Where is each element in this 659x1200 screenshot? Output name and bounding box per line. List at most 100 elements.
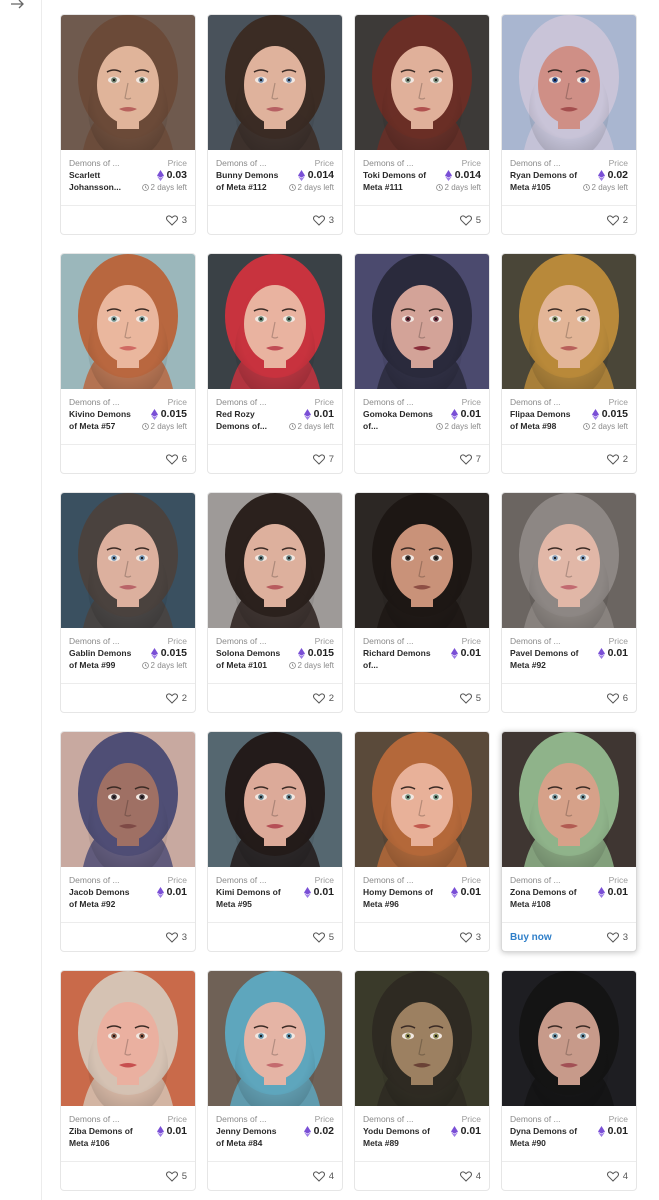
like-button[interactable]: 7 (312, 453, 334, 465)
buy-now-button[interactable]: Buy now (510, 932, 552, 943)
nft-name[interactable]: Dyna Demons of Meta #90 (510, 1126, 580, 1149)
heart-icon[interactable] (312, 931, 325, 943)
collection-name[interactable]: Demons of ... (216, 1114, 267, 1124)
nft-card[interactable]: Demons of ... Price Solona Demons of Met… (207, 492, 343, 713)
collection-name[interactable]: Demons of ... (363, 1114, 414, 1124)
nft-card[interactable]: Demons of ... Price Yodu Demons of Meta … (354, 970, 490, 1191)
like-button[interactable]: 3 (459, 931, 481, 943)
nft-name[interactable]: Jacob Demons of Meta #92 (69, 887, 139, 910)
heart-icon[interactable] (606, 1170, 619, 1182)
nft-name[interactable]: Bunny Demons of Meta #112 (216, 170, 286, 193)
nft-thumbnail[interactable] (208, 254, 342, 389)
collection-name[interactable]: Demons of ... (216, 397, 267, 407)
nft-card[interactable]: Demons of ... Price Toki Demons of Meta … (354, 14, 490, 235)
nft-thumbnail[interactable] (502, 493, 636, 628)
nft-card[interactable]: Demons of ... Price Gomoka Demons of... … (354, 253, 490, 474)
heart-icon[interactable] (459, 1170, 472, 1182)
nft-card[interactable]: Demons of ... Price Ryan Demons of Meta … (501, 14, 637, 235)
like-button[interactable]: 6 (165, 453, 187, 465)
like-button[interactable]: 2 (606, 453, 628, 465)
heart-icon[interactable] (312, 1170, 325, 1182)
like-button[interactable]: 5 (459, 693, 481, 704)
heart-icon[interactable] (606, 214, 619, 226)
nft-name[interactable]: Richard Demons of... (363, 648, 433, 671)
nft-name[interactable]: Zona Demons of Meta #108 (510, 887, 580, 910)
nft-name[interactable]: Ziba Demons of Meta #106 (69, 1126, 139, 1149)
collection-name[interactable]: Demons of ... (216, 636, 267, 646)
collection-name[interactable]: Demons of ... (216, 875, 267, 885)
like-button[interactable]: 3 (165, 932, 187, 943)
nft-card[interactable]: Demons of ... Price Gablin Demons of Met… (60, 492, 196, 713)
heart-icon[interactable] (459, 931, 472, 943)
nft-name[interactable]: Yodu Demons of Meta #89 (363, 1126, 433, 1149)
collection-name[interactable]: Demons of ... (510, 158, 561, 168)
heart-icon[interactable] (606, 692, 619, 704)
nft-name[interactable]: Gomoka Demons of... (363, 409, 433, 432)
nft-card[interactable]: Demons of ... Price Jacob Demons of Meta… (60, 731, 196, 952)
nft-name[interactable]: Gablin Demons of Meta #99 (69, 648, 139, 671)
nft-thumbnail[interactable] (61, 732, 195, 867)
heart-icon[interactable] (312, 214, 325, 226)
heart-icon[interactable] (165, 692, 178, 704)
nft-thumbnail[interactable] (208, 971, 342, 1106)
like-button[interactable]: 2 (606, 214, 628, 226)
nft-name[interactable]: Pavel Demons of Meta #92 (510, 648, 580, 671)
nft-card[interactable]: Demons of ... Price Homy Demons of Meta … (354, 731, 490, 952)
nft-name[interactable]: Kimi Demons of Meta #95 (216, 887, 286, 910)
nft-name[interactable]: Red Rozy Demons of... (216, 409, 286, 432)
heart-icon[interactable] (606, 453, 619, 465)
nft-name[interactable]: Kivino Demons of Meta #57 (69, 409, 139, 432)
nft-name[interactable]: Flipaa Demons of Meta #98 (510, 409, 580, 432)
heart-icon[interactable] (606, 931, 619, 943)
nft-name[interactable]: Toki Demons of Meta #111 (363, 170, 433, 193)
nft-card[interactable]: Demons of ... Price Bunny Demons of Meta… (207, 14, 343, 235)
collection-name[interactable]: Demons of ... (69, 875, 120, 885)
collection-name[interactable]: Demons of ... (510, 1114, 561, 1124)
like-button[interactable]: 4 (606, 1170, 628, 1182)
collection-name[interactable]: Demons of ... (363, 875, 414, 885)
like-button[interactable]: 3 (312, 214, 334, 226)
nft-thumbnail[interactable] (208, 15, 342, 150)
collection-name[interactable]: Demons of ... (510, 397, 561, 407)
nft-card[interactable]: Demons of ... Price Pavel Demons of Meta… (501, 492, 637, 713)
nft-thumbnail[interactable] (61, 254, 195, 389)
nft-card[interactable]: Demons of ... Price Red Rozy Demons of..… (207, 253, 343, 474)
heart-icon[interactable] (165, 1170, 178, 1182)
like-button[interactable]: 2 (312, 692, 334, 704)
nft-thumbnail[interactable] (355, 15, 489, 150)
collection-name[interactable]: Demons of ... (510, 875, 561, 885)
like-button[interactable]: 3 (606, 931, 628, 943)
nft-thumbnail[interactable] (208, 732, 342, 867)
like-button[interactable]: 6 (606, 692, 628, 704)
heart-icon[interactable] (312, 692, 325, 704)
like-button[interactable]: 7 (459, 454, 481, 465)
nft-thumbnail[interactable] (61, 971, 195, 1106)
nft-thumbnail[interactable] (502, 971, 636, 1106)
collection-name[interactable]: Demons of ... (363, 158, 414, 168)
nft-thumbnail[interactable] (61, 15, 195, 150)
nft-card[interactable]: Demons of ... Price Flipaa Demons of Met… (501, 253, 637, 474)
nft-card[interactable]: Demons of ... Price Kivino Demons of Met… (60, 253, 196, 474)
collection-name[interactable]: Demons of ... (363, 636, 414, 646)
nft-name[interactable]: Solona Demons of Meta #101 (216, 648, 286, 671)
nft-name[interactable]: Homy Demons of Meta #96 (363, 887, 433, 910)
nft-name[interactable]: Scarlett Johansson... (69, 170, 139, 193)
nft-card[interactable]: Demons of ... Price Richard Demons of...… (354, 492, 490, 713)
nft-card[interactable]: Demons of ... Price Scarlett Johansson..… (60, 14, 196, 235)
collection-name[interactable]: Demons of ... (69, 1114, 120, 1124)
nft-thumbnail[interactable] (208, 493, 342, 628)
collection-name[interactable]: Demons of ... (69, 158, 120, 168)
nft-card[interactable]: Demons of ... Price Kimi Demons of Meta … (207, 731, 343, 952)
heart-icon[interactable] (459, 214, 472, 226)
like-button[interactable]: 5 (312, 931, 334, 943)
nft-thumbnail[interactable] (502, 254, 636, 389)
nft-thumbnail[interactable] (355, 732, 489, 867)
nft-card[interactable]: Demons of ... Price Jenny Demons of Meta… (207, 970, 343, 1191)
heart-icon[interactable] (165, 214, 178, 226)
heart-icon[interactable] (165, 453, 178, 465)
like-button[interactable]: 4 (312, 1170, 334, 1182)
nft-thumbnail[interactable] (61, 493, 195, 628)
nft-card[interactable]: Demons of ... Price Zona Demons of Meta … (501, 731, 637, 952)
collection-name[interactable]: Demons of ... (69, 636, 120, 646)
heart-icon[interactable] (312, 453, 325, 465)
